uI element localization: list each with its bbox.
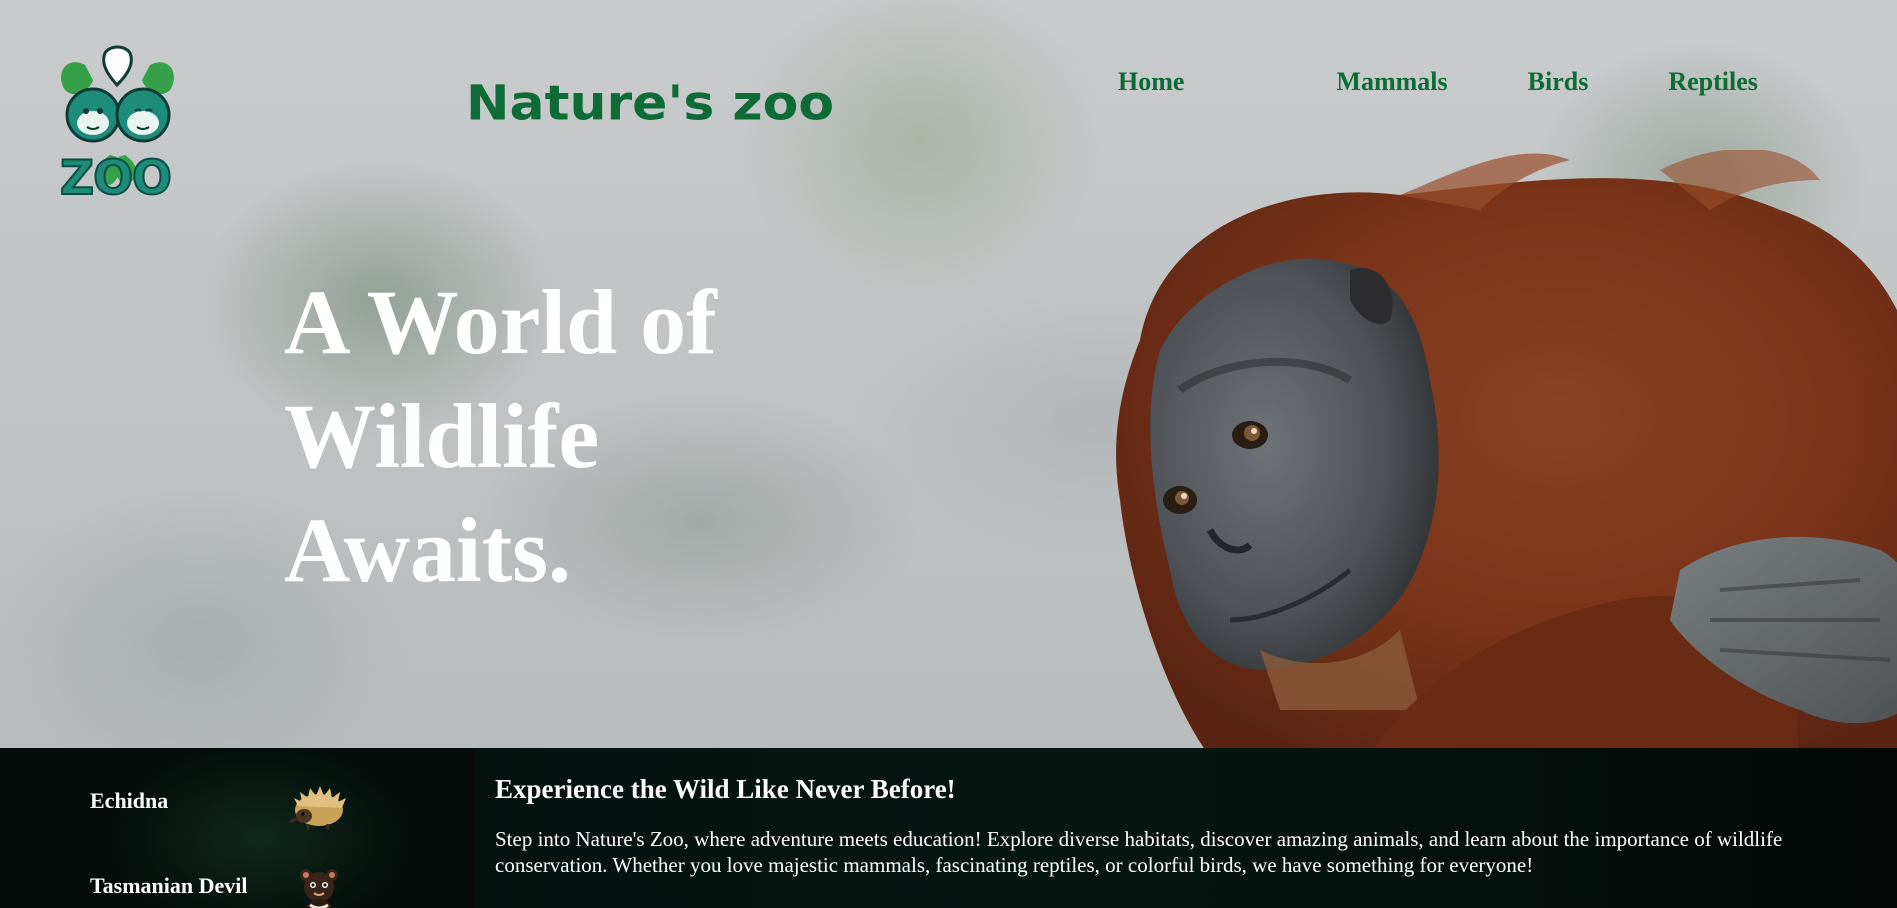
- intro-content: Experience the Wild Like Never Before! S…: [495, 772, 1885, 878]
- animal-name: Echidna: [90, 788, 169, 813]
- intro-heading: Experience the Wild Like Never Before!: [495, 774, 956, 804]
- nav-birds[interactable]: Birds: [1528, 67, 1589, 97]
- hero-headline-line3: Awaits.: [284, 499, 572, 601]
- echidna-icon: [289, 786, 346, 830]
- orangutan-image: [1116, 150, 1897, 748]
- hero-section: ZOO Nature's zoo Home Mammals Birds Rept…: [0, 0, 1897, 748]
- tasmanian-devil-icon: [300, 869, 338, 908]
- sidebar-item-echidna[interactable]: Echidna: [90, 786, 346, 830]
- nav-mammals[interactable]: Mammals: [1336, 67, 1447, 97]
- intro-section: Echidna Tasmanian Devil Experience the W…: [0, 748, 1897, 908]
- main-nav: Home Mammals Birds Reptiles: [1118, 67, 1758, 97]
- hero-headline-line2: Wildlife: [284, 385, 600, 487]
- sidebar-item-tasmanian-devil[interactable]: Tasmanian Devil: [90, 869, 338, 908]
- hero-headline-line1: A World of: [284, 271, 717, 373]
- nav-home[interactable]: Home: [1118, 67, 1184, 97]
- hero-headline: A World of Wildlife Awaits.: [284, 265, 717, 607]
- logo-text: ZOO: [59, 151, 173, 206]
- page: ZOO Nature's zoo Home Mammals Birds Rept…: [0, 0, 1897, 908]
- animal-name: Tasmanian Devil: [90, 873, 248, 898]
- animal-sidebar: Echidna Tasmanian Devil: [0, 748, 475, 908]
- brand-title[interactable]: Nature's zoo: [466, 80, 834, 128]
- nav-reptiles[interactable]: Reptiles: [1668, 67, 1758, 97]
- intro-body: Step into Nature's Zoo, where adventure …: [495, 827, 1783, 877]
